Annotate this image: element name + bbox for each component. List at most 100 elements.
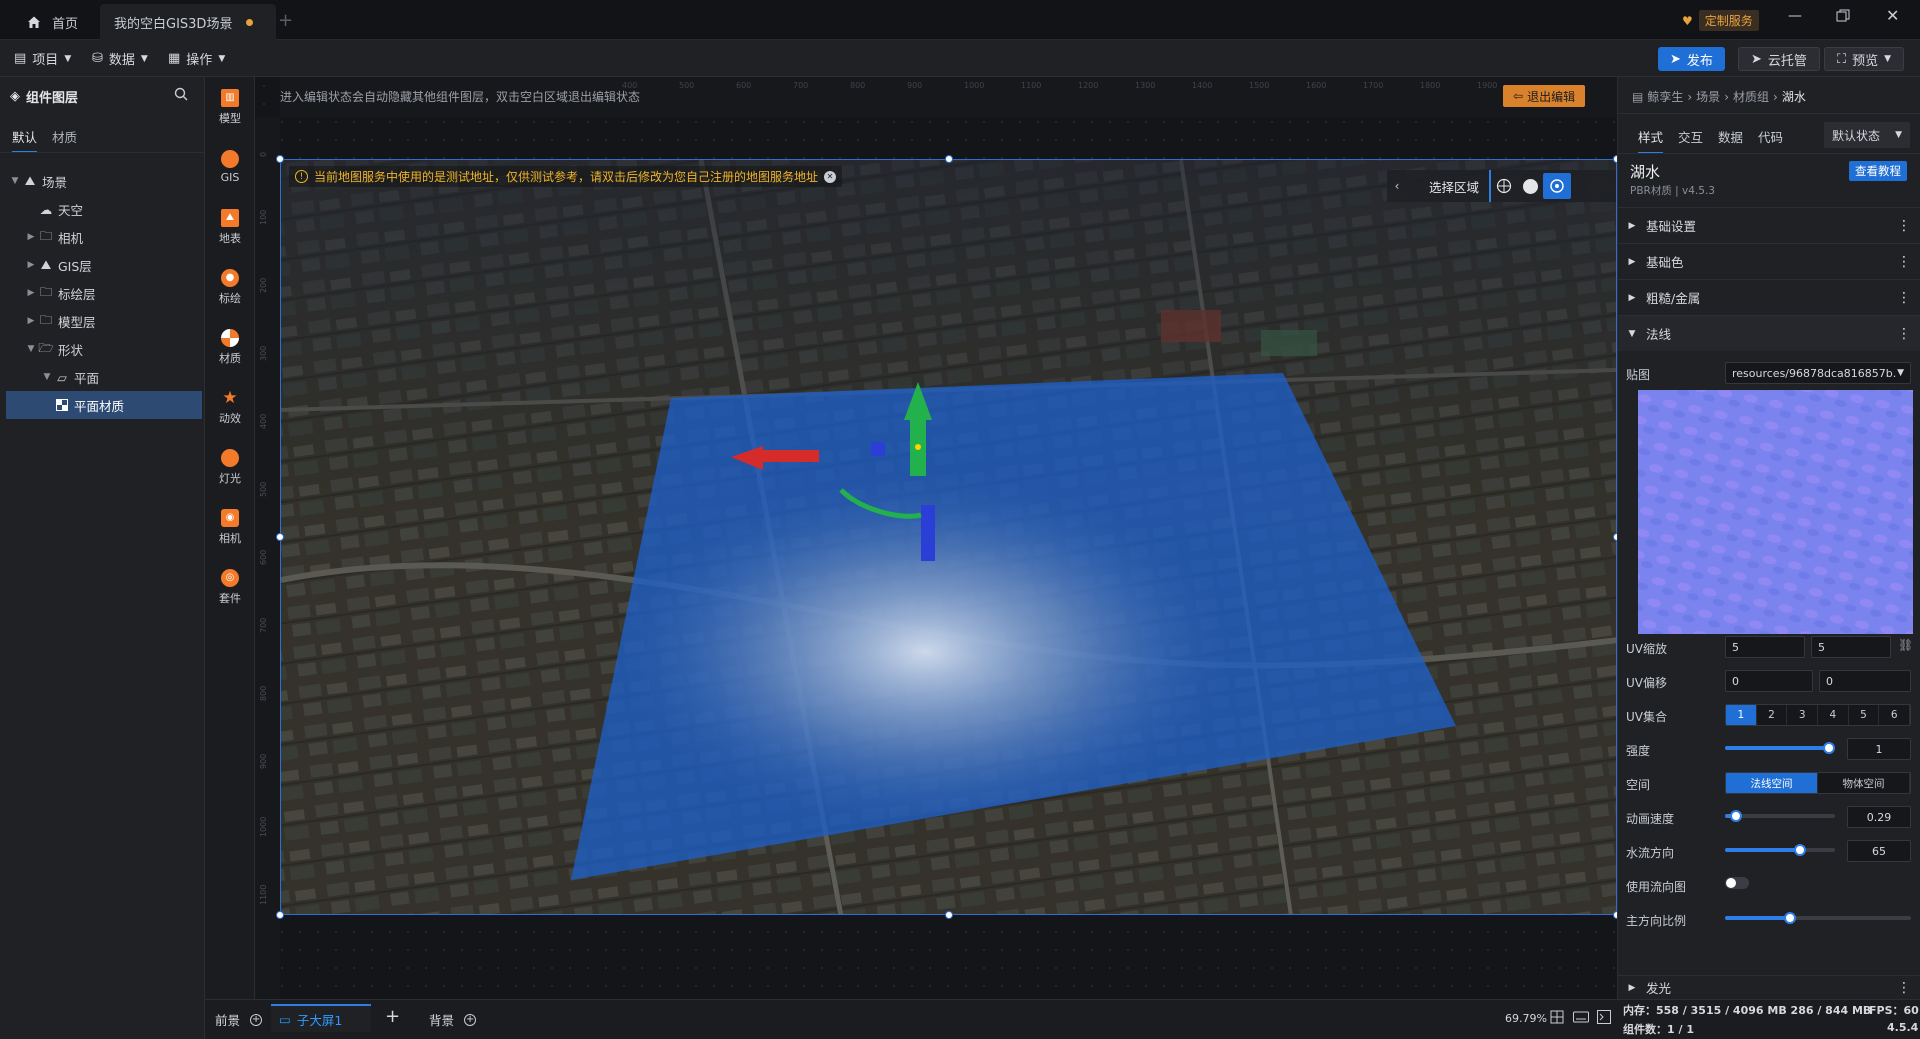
tree-item-shape[interactable]: ▼ 🗁 形状 [0, 335, 205, 363]
flow-dir-slider[interactable] [1725, 843, 1835, 857]
section-normal[interactable]: ▼ 法线 ⋮ [1618, 315, 1920, 351]
tree-item-camera[interactable]: ▶ 🗀 相机 [0, 223, 205, 251]
tool-gis[interactable]: GIS [205, 137, 255, 197]
tool-plot[interactable]: ● 标绘 [205, 257, 255, 317]
chevron-left-icon[interactable]: ‹ [1387, 179, 1407, 193]
main-ratio-slider[interactable] [1725, 911, 1911, 925]
tool-model[interactable]: ▥ 模型 [205, 77, 255, 137]
tab-code[interactable]: 代码 [1758, 127, 1783, 146]
tab-home[interactable]: 首页 [12, 4, 92, 40]
slider-knob[interactable] [1793, 844, 1806, 856]
search-icon[interactable] [174, 87, 188, 101]
section-roughness-metal[interactable]: ▶ 粗糙/金属 ⋮ [1618, 279, 1920, 315]
section-emission[interactable]: ▶ 发光 ⋮ [1618, 975, 1920, 999]
tool-light[interactable]: 灯光 [205, 437, 255, 497]
close-icon[interactable]: ✕ [824, 170, 837, 183]
cloud-host-button[interactable]: ➤ 云托管 [1738, 47, 1820, 71]
resize-handle[interactable] [276, 911, 284, 919]
tab-style[interactable]: 样式 [1638, 127, 1664, 154]
minimize-icon[interactable]: — [1788, 8, 1802, 24]
select-area-button[interactable]: 选择区域 [1407, 170, 1492, 202]
restore-icon[interactable] [1836, 9, 1850, 23]
resize-handle[interactable] [945, 911, 953, 919]
flow-map-toggle[interactable] [1725, 877, 1749, 889]
globe-icon[interactable] [1491, 178, 1517, 194]
normal-map-preview[interactable] [1638, 390, 1913, 634]
tab-material[interactable]: 材质 [52, 127, 77, 146]
uv-set-option[interactable]: 1 [1726, 705, 1757, 725]
anim-speed-slider[interactable] [1725, 809, 1835, 823]
link-icon[interactable]: ⛓ [1898, 638, 1913, 652]
terminal-icon[interactable] [1597, 1010, 1611, 1024]
strength-input[interactable]: 1 [1847, 738, 1911, 760]
background-tab[interactable]: 背景 + [429, 1010, 477, 1029]
tool-kit[interactable]: ◎ 套件 [205, 557, 255, 617]
uv-set-option[interactable]: 3 [1787, 705, 1819, 725]
section-base-color[interactable]: ▶ 基础色 ⋮ [1618, 243, 1920, 279]
texture-select[interactable]: resources/96878dca816857b... ▼ [1725, 362, 1911, 384]
uv-set-option[interactable]: 2 [1757, 705, 1788, 725]
uv-scale-y-input[interactable]: 5 [1811, 636, 1891, 658]
publish-button[interactable]: ➤ 发布 [1658, 47, 1725, 71]
tool-effect[interactable]: ★ 动效 [205, 377, 255, 437]
slider-knob[interactable] [1730, 810, 1742, 822]
resize-handle[interactable] [945, 155, 953, 163]
anim-speed-input[interactable]: 0.29 [1847, 806, 1911, 828]
close-icon[interactable]: ✕ [1886, 6, 1899, 25]
tool-camera[interactable]: ◉ 相机 [205, 497, 255, 557]
resize-handle[interactable] [276, 155, 284, 163]
add-tab-icon[interactable]: + [278, 10, 293, 31]
menu-project[interactable]: ▤ 项目 ▼ [14, 40, 71, 77]
uv-offset-x-input[interactable]: 0 [1725, 670, 1813, 692]
space-option-object[interactable]: 物体空间 [1818, 773, 1910, 793]
tree-item-plane-material[interactable]: 平面材质 [6, 391, 202, 419]
uv-set-option[interactable]: 6 [1879, 705, 1910, 725]
space-option-normal[interactable]: 法线空间 [1726, 773, 1818, 793]
tree-item-gis[interactable]: ▶ ⛰ GIS层 [0, 251, 205, 279]
tree-item-scene[interactable]: ▼ ⛰ 场景 [0, 167, 205, 195]
add-circle-icon[interactable]: + [464, 1013, 477, 1026]
sphere-icon[interactable] [1517, 178, 1543, 194]
more-icon[interactable]: ⋮ [1897, 980, 1911, 996]
strength-slider[interactable] [1725, 741, 1835, 755]
uv-set-option[interactable]: 5 [1849, 705, 1880, 725]
keyboard-icon[interactable] [1573, 1010, 1589, 1024]
custom-service-button[interactable]: ♥ 定制服务 [1682, 10, 1759, 31]
tool-terrain[interactable]: ⛰ 地表 [205, 197, 255, 257]
tree-item-plane[interactable]: ▼ ▱ 平面 [0, 363, 205, 391]
exit-edit-button[interactable]: ⇦ 退出编辑 [1503, 85, 1586, 107]
scene-viewport[interactable]: ! 当前地图服务中使用的是测试地址，仅供测试参考，请双击后修改为您自己注册的地图… [280, 159, 1617, 915]
screen-tab-1[interactable]: ▭ 子大屏1 [271, 1004, 371, 1032]
state-select[interactable]: 默认状态 ▼ [1824, 122, 1910, 148]
tab-scene[interactable]: 我的空白GIS3D场景 [100, 4, 276, 40]
more-icon[interactable]: ⋮ [1897, 290, 1911, 306]
more-icon[interactable]: ⋮ [1897, 254, 1911, 270]
tab-interaction[interactable]: 交互 [1678, 127, 1703, 146]
add-circle-icon[interactable]: + [250, 1013, 263, 1026]
section-basic-settings[interactable]: ▶ 基础设置 ⋮ [1618, 207, 1920, 243]
tree-item-model[interactable]: ▶ 🗀 模型层 [0, 307, 205, 335]
tab-default[interactable]: 默认 [12, 127, 38, 153]
rotate-icon[interactable] [1543, 173, 1572, 199]
slider-knob[interactable] [1823, 742, 1835, 754]
tab-data[interactable]: 数据 [1718, 127, 1743, 146]
slider-knob[interactable] [1784, 912, 1797, 924]
tutorial-button[interactable]: 查看教程 [1849, 161, 1907, 181]
more-icon[interactable]: ⋮ [1897, 326, 1911, 342]
tool-material[interactable]: 材质 [205, 317, 255, 377]
more-icon[interactable]: ⋮ [1897, 218, 1911, 234]
menu-operate[interactable]: ▦ 操作 ▼ [168, 40, 225, 77]
tree-item-sky[interactable]: ☁ 天空 [0, 195, 205, 223]
menu-data[interactable]: ⛁ 数据 ▼ [92, 40, 148, 77]
foreground-tab[interactable]: 前景 + [215, 1010, 263, 1029]
uv-scale-x-input[interactable]: 5 [1725, 636, 1805, 658]
zoom-level[interactable]: 69.79% [1505, 1012, 1547, 1025]
flow-dir-input[interactable]: 65 [1847, 840, 1911, 862]
tree-item-plot[interactable]: ▶ 🗀 标绘层 [0, 279, 205, 307]
resize-handle[interactable] [276, 533, 284, 541]
uv-offset-y-input[interactable]: 0 [1819, 670, 1911, 692]
fit-screen-icon[interactable] [1550, 1010, 1564, 1024]
uv-set-option[interactable]: 4 [1818, 705, 1849, 725]
preview-button[interactable]: ⛶ 预览 ▼ [1824, 47, 1905, 71]
add-screen-icon[interactable]: + [385, 1006, 400, 1027]
